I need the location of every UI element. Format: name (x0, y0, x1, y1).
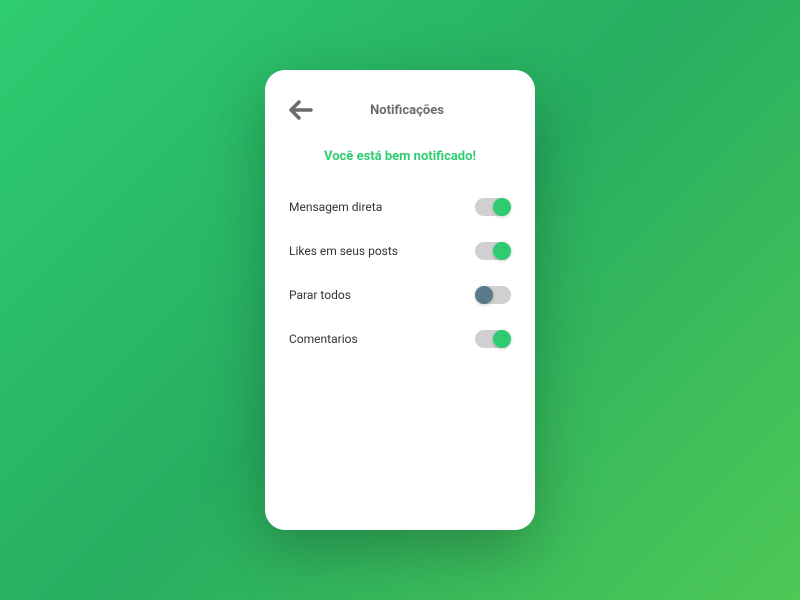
setting-row-likes: Likes em seus posts (289, 242, 511, 260)
setting-row-comentarios: Comentarios (289, 330, 511, 348)
status-subtitle: Você está bem notificado! (289, 148, 511, 166)
setting-label: Parar todos (289, 288, 351, 302)
toggle-thumb-icon (493, 330, 511, 348)
toggle-thumb-icon (475, 286, 493, 304)
notification-settings-card: Notificações Você está bem notificado! M… (265, 70, 535, 530)
toggle-thumb-icon (493, 198, 511, 216)
toggle-comentarios[interactable] (475, 330, 511, 348)
toggle-parar-todos[interactable] (475, 286, 511, 304)
toggle-thumb-icon (493, 242, 511, 260)
setting-label: Mensagem direta (289, 200, 382, 214)
settings-list: Mensagem direta Likes em seus posts Para… (289, 198, 511, 348)
toggle-likes[interactable] (475, 242, 511, 260)
toggle-mensagem-direta[interactable] (475, 198, 511, 216)
setting-label: Likes em seus posts (289, 244, 398, 258)
setting-row-mensagem-direta: Mensagem direta (289, 198, 511, 216)
page-title: Notificações (303, 103, 511, 118)
setting-label: Comentarios (289, 332, 358, 346)
setting-row-parar-todos: Parar todos (289, 286, 511, 304)
header: Notificações (289, 100, 511, 120)
